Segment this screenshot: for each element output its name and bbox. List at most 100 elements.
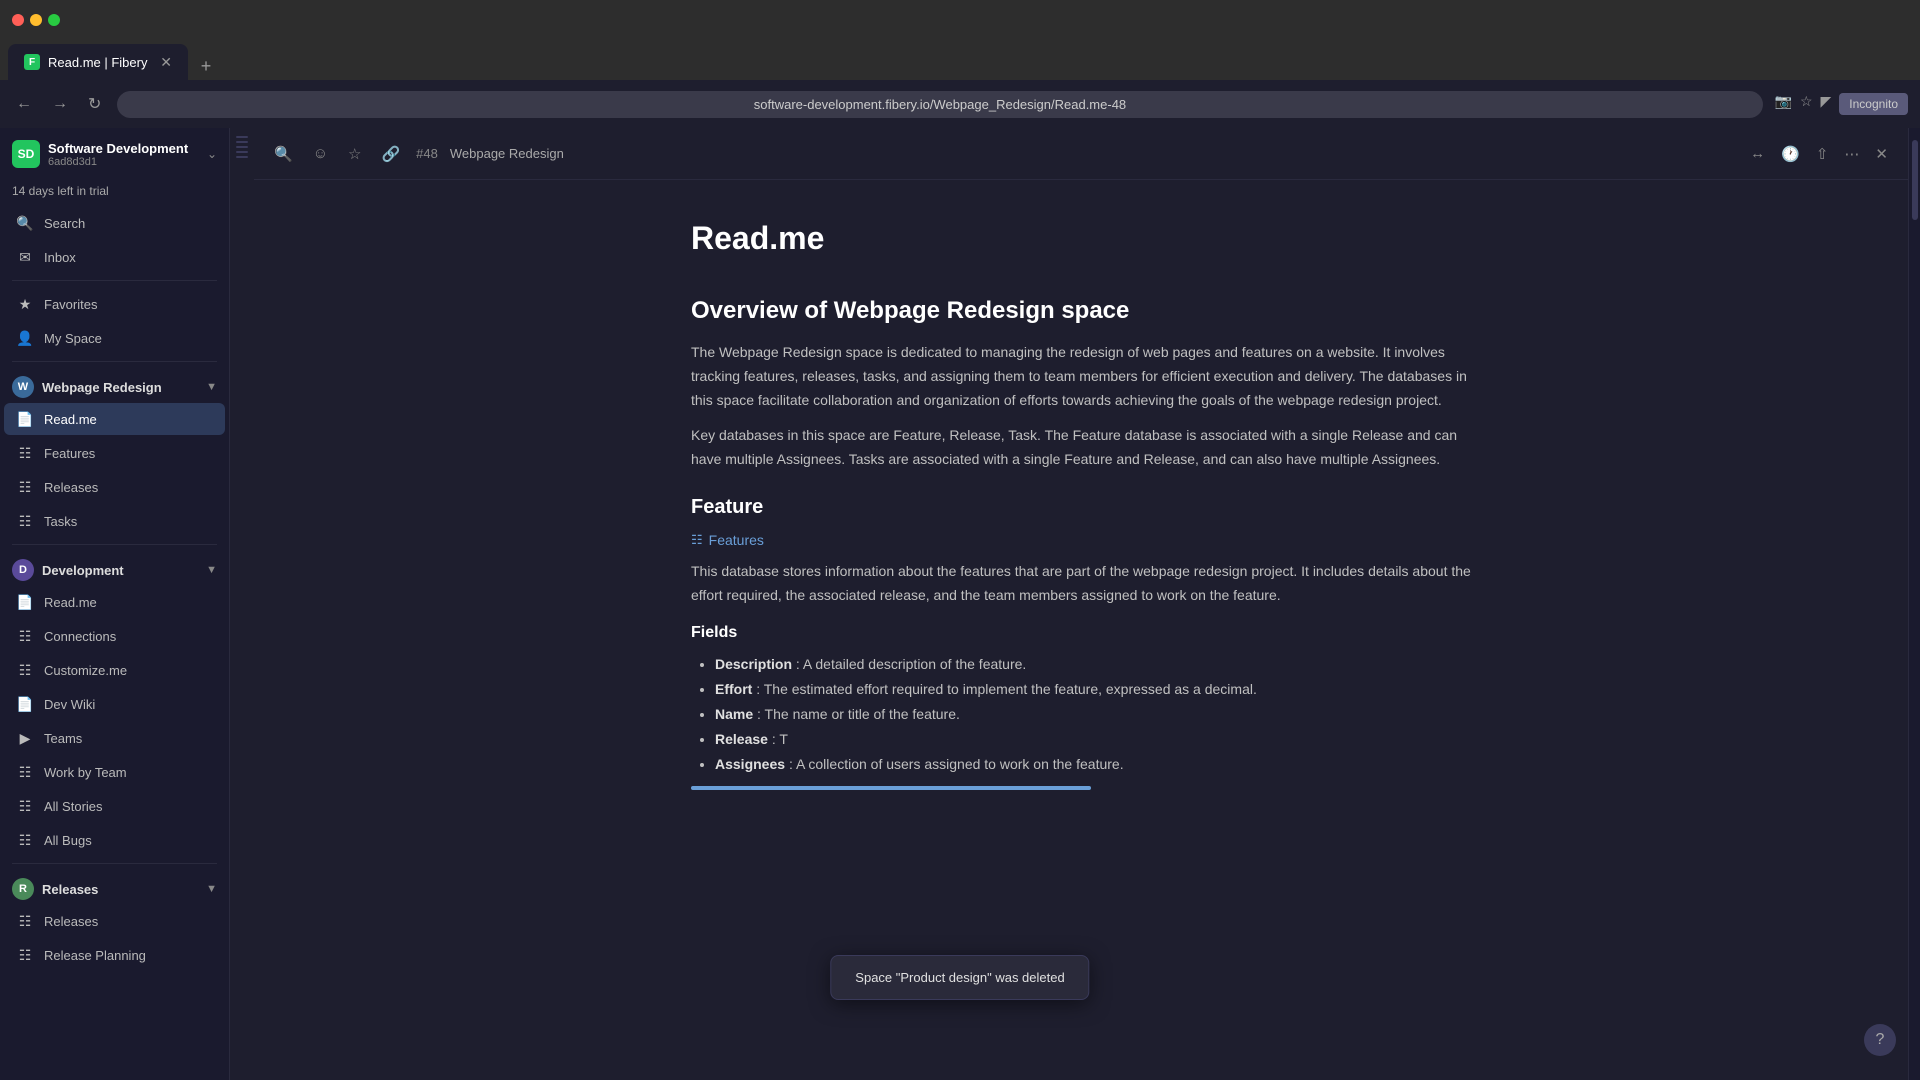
marker-line-4 <box>236 151 248 153</box>
active-tab[interactable]: F Read.me | Fibery ✕ <box>8 44 188 80</box>
minimize-window-btn[interactable] <box>30 14 42 26</box>
field-name: Name : The name or title of the feature. <box>715 702 1471 727</box>
readme-dev-label: Read.me <box>44 595 213 610</box>
sidebar-item-release-planning[interactable]: ☷ Release Planning <box>4 939 225 971</box>
teams-icon: ▶ <box>16 729 34 747</box>
maximize-window-btn[interactable] <box>48 14 60 26</box>
search-label: Search <box>44 216 213 231</box>
readme-dev-doc-icon: 📄 <box>16 593 34 611</box>
sidebar-item-favorites[interactable]: ★ Favorites <box>4 288 225 320</box>
search-toolbar-icon[interactable]: 🔍 <box>270 141 297 167</box>
camera-off-icon[interactable]: 📷 <box>1775 93 1792 115</box>
workbyteam-label: Work by Team <box>44 765 213 780</box>
sidebar-item-allstories[interactable]: ☷ All Stories <box>4 790 225 822</box>
page-title: Read.me <box>691 220 1471 257</box>
sidebar-item-customize[interactable]: ☷ Customize.me <box>4 654 225 686</box>
customize-label: Customize.me <box>44 663 213 678</box>
app: SD Software Development 6ad8d3d1 ⌄ 14 da… <box>0 128 1920 1080</box>
more-options-icon[interactable]: ⋯ <box>1840 141 1863 167</box>
sidebar-item-readme-dev[interactable]: 📄 Read.me <box>4 586 225 618</box>
sidebar-item-features[interactable]: ☷ Features <box>4 437 225 469</box>
inbox-icon: ✉ <box>16 248 34 266</box>
refresh-button[interactable]: ↻ <box>84 90 105 118</box>
section-header-dev[interactable]: D Development ▼ <box>0 551 229 585</box>
toast-message: Space "Product design" was deleted <box>855 970 1064 985</box>
field-assignees: Assignees : A collection of users assign… <box>715 752 1471 777</box>
help-button[interactable]: ? <box>1864 1024 1896 1056</box>
connections-icon: ☷ <box>16 627 34 645</box>
inbox-label: Inbox <box>44 250 213 265</box>
sidebar-item-teams[interactable]: ▶ Teams <box>4 722 225 754</box>
trial-text: 14 days left in trial <box>12 184 109 198</box>
forward-button[interactable]: → <box>48 91 72 117</box>
section-chevron-releases-icon: ▼ <box>206 883 217 895</box>
db-link-grid-icon: ☷ <box>691 532 703 548</box>
sidebar-item-inbox[interactable]: ✉ Inbox <box>4 241 225 273</box>
field-name-text: : The name or title of the feature. <box>757 706 960 722</box>
workspace-chevron-icon: ⌄ <box>207 147 217 161</box>
section-chevron-dev-icon: ▼ <box>206 564 217 576</box>
readme-doc-icon: 📄 <box>16 410 34 428</box>
sidebar-item-readme-webpage[interactable]: 📄 Read.me <box>4 403 225 435</box>
sidebar-item-releases-webpage[interactable]: ☷ Releases <box>4 471 225 503</box>
devwiki-icon: 📄 <box>16 695 34 713</box>
sidebar-item-connections[interactable]: ☷ Connections <box>4 620 225 652</box>
new-tab-button[interactable]: + <box>192 52 220 80</box>
features-label: Features <box>44 446 213 461</box>
emoji-toolbar-icon[interactable]: ☺ <box>309 141 332 166</box>
release-planning-label: Release Planning <box>44 948 213 963</box>
field-description-name: Description <box>715 656 792 672</box>
workspace-header[interactable]: SD Software Development 6ad8d3d1 ⌄ <box>0 128 229 180</box>
sidebar-item-myspace[interactable]: 👤 My Space <box>4 322 225 354</box>
sidebar-item-tasks[interactable]: ☷ Tasks <box>4 505 225 537</box>
tab-bar: F Read.me | Fibery ✕ + <box>0 40 1920 80</box>
intro-paragraph-1: The Webpage Redesign space is dedicated … <box>691 341 1471 412</box>
workspace-id: 6ad8d3d1 <box>48 156 199 168</box>
section-header-webpage[interactable]: W Webpage Redesign ▼ <box>0 368 229 402</box>
link-toolbar-icon[interactable]: 🔗 <box>377 141 404 167</box>
devices-icon[interactable]: ◤ <box>1821 93 1832 115</box>
tasks-label: Tasks <box>44 514 213 529</box>
star-toolbar-icon[interactable]: ☆ <box>344 141 365 167</box>
fields-list: Description : A detailed description of … <box>691 652 1471 778</box>
scroll-thumb[interactable] <box>1912 140 1918 220</box>
features-grid-icon: ☷ <box>16 444 34 462</box>
section-icon-webpage: W <box>12 376 34 398</box>
close-window-btn[interactable] <box>12 14 24 26</box>
marker-line-5 <box>236 156 248 158</box>
section-icon-dev: D <box>12 559 34 581</box>
sidebar-item-devwiki[interactable]: 📄 Dev Wiki <box>4 688 225 720</box>
features-db-link[interactable]: ☷ Features <box>691 532 764 548</box>
readme-webpage-label: Read.me <box>44 412 213 427</box>
sidebar-item-search[interactable]: 🔍 Search <box>4 207 225 239</box>
address-bar: ← → ↻ 📷 ☆ ◤ Incognito <box>0 80 1920 128</box>
close-panel-icon[interactable]: ✕ <box>1871 141 1892 167</box>
bookmark-icon[interactable]: ☆ <box>1800 93 1813 115</box>
toolbar-breadcrumb: Webpage Redesign <box>450 146 564 161</box>
back-button[interactable]: ← <box>12 91 36 117</box>
history-icon[interactable]: 🕐 <box>1777 141 1804 167</box>
share-icon[interactable]: ⇧ <box>1812 141 1833 167</box>
teams-label: Teams <box>44 731 213 746</box>
sidebar-item-workbyteam[interactable]: ☷ Work by Team <box>4 756 225 788</box>
myspace-label: My Space <box>44 331 213 346</box>
field-release-name: Release <box>715 731 768 747</box>
field-effort-text: : The estimated effort required to imple… <box>756 681 1257 697</box>
tab-close-btn[interactable]: ✕ <box>160 54 172 71</box>
sidebar-item-allbugs[interactable]: ☷ All Bugs <box>4 824 225 856</box>
field-name-name: Name <box>715 706 753 722</box>
address-actions: 📷 ☆ ◤ Incognito <box>1775 93 1908 115</box>
releases-main-label: Releases <box>44 914 213 929</box>
marker-line-3 <box>236 146 248 148</box>
browser-chrome: F Read.me | Fibery ✕ + ← → ↻ 📷 ☆ ◤ Incog… <box>0 0 1920 128</box>
workspace-icon: SD <box>12 140 40 168</box>
incognito-button[interactable]: Incognito <box>1839 93 1908 115</box>
section-header-releases[interactable]: R Releases ▼ <box>0 870 229 904</box>
collapse-icon[interactable]: ↔ <box>1746 141 1769 167</box>
main-content: 🔍 ☺ ☆ 🔗 #48 Webpage Redesign ↔ 🕐 ⇧ ⋯ ✕ R… <box>254 128 1908 1080</box>
address-input[interactable] <box>117 91 1762 118</box>
workbyteam-icon: ☷ <box>16 763 34 781</box>
workspace-info: Software Development 6ad8d3d1 <box>48 141 199 168</box>
sidebar-item-releases-main[interactable]: ☷ Releases <box>4 905 225 937</box>
scrollbar[interactable] <box>1908 128 1920 1080</box>
